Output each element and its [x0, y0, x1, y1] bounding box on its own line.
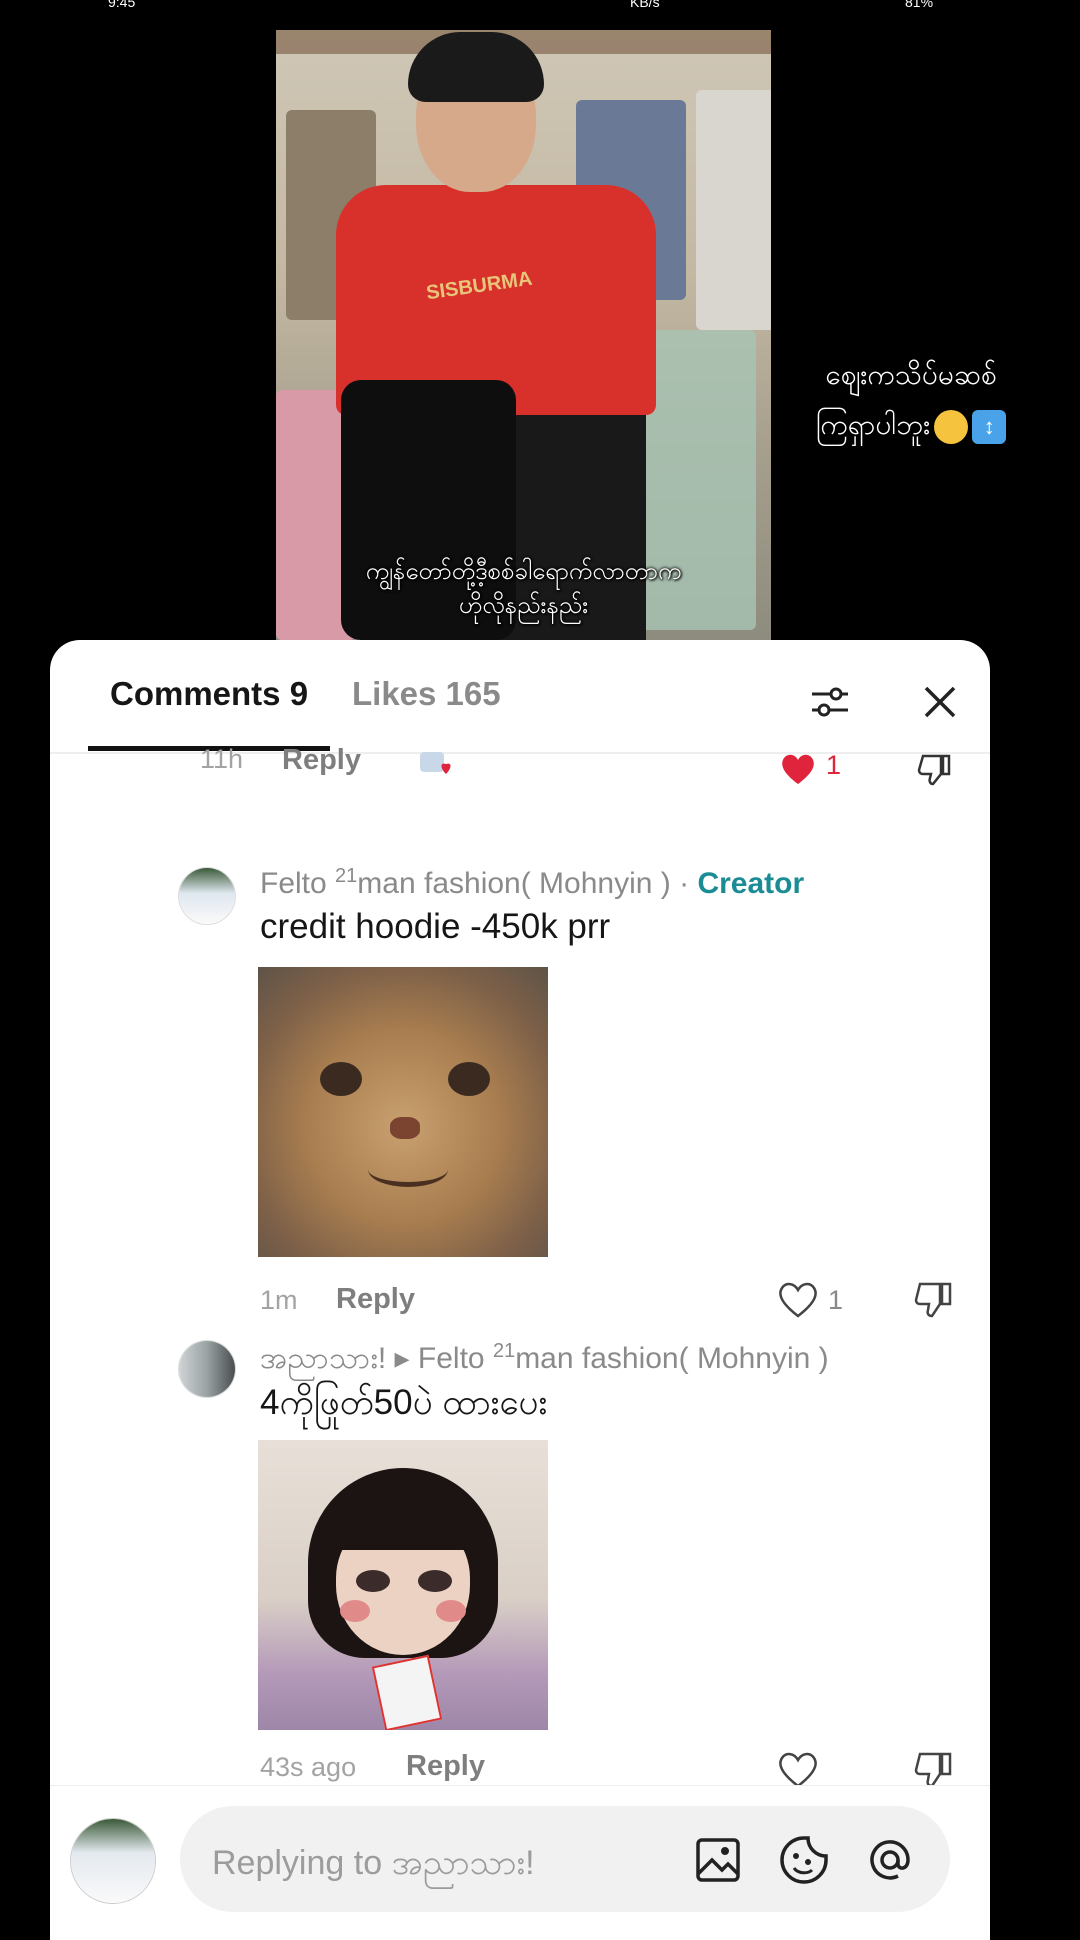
side-caption: ဈေးကသိပ်မဆစ် ကြရှာပါဘူး ↕ [776, 350, 1046, 450]
panel-tabs: Comments 9 Likes 165 [50, 640, 990, 754]
close-icon[interactable] [918, 680, 962, 724]
avatar[interactable] [178, 1340, 236, 1398]
comment-text: credit hoodie -450k prr [260, 907, 611, 946]
mention-icon[interactable] [864, 1834, 916, 1886]
pensive-emoji-icon [934, 409, 969, 444]
input-placeholder: Replying to အညာသား! [212, 1844, 535, 1882]
like-count: 1 [826, 750, 842, 780]
heart-icon[interactable] [776, 1750, 820, 1790]
image-icon[interactable] [692, 1834, 744, 1886]
author-superscript: 21 [335, 865, 358, 887]
video-caption: ကျွန်တော်တို့ဒီ့စစ်ခါရောက်လာတာက ဟိုလိုနည… [276, 555, 771, 623]
author-superscript: 21 [492, 1340, 516, 1362]
comments-panel: Comments 9 Likes 165 11h Reply 1 Felto 2… [50, 640, 990, 1940]
up-down-arrow-icon: ↕ [972, 409, 1007, 444]
comment-input[interactable]: Replying to အညာသား! [180, 1806, 950, 1912]
heart-icon[interactable] [778, 752, 818, 786]
comment-time: 1m [260, 1285, 298, 1315]
hanging-shirt [696, 90, 771, 330]
reply-button[interactable]: Reply [336, 1283, 415, 1316]
current-user-avatar[interactable] [70, 1818, 156, 1904]
comment-time: 43s ago [260, 1752, 357, 1782]
creator-badge: Creator [697, 867, 805, 900]
side-caption-line-2: ကြရှာပါဘူး [815, 409, 931, 440]
like-count: 1 [828, 1285, 844, 1315]
sticker-icon[interactable] [778, 1834, 830, 1886]
previous-comment-actions: 11h Reply 1 [50, 744, 990, 802]
author-name-rest: man fashion( Mohnyin ) · [357, 867, 698, 900]
reply-button[interactable]: Reply [406, 1750, 485, 1783]
heart-icon[interactable] [776, 1280, 820, 1320]
side-caption-line-1: ဈေးကသိပ်မဆစ် [825, 359, 997, 390]
caption-line-1: ကျွန်တော်တို့ဒီ့စစ်ခါရောက်လာတာက [365, 558, 682, 585]
comment-text: 4ကိုဖြုတ်50ပဲ ထားပေး [260, 1383, 548, 1422]
comment-author[interactable]: အညာသား! ▸ Felto 21man fashion( Mohnyin ) [260, 1338, 829, 1383]
person-hair [408, 32, 544, 102]
comment-input-bar: Replying to အညာသား! [50, 1785, 990, 1940]
status-battery: 81% [905, 0, 934, 10]
comment-time: 11h [200, 744, 244, 774]
comment-sticker-cat[interactable] [258, 967, 548, 1257]
status-time: 9:45 [108, 0, 136, 10]
dislike-icon[interactable] [912, 1750, 956, 1790]
comment-sticker-girl[interactable] [258, 1440, 548, 1730]
avatar[interactable] [178, 867, 236, 925]
caption-line-2: ဟိုလိုနည်းနည်း [458, 592, 589, 619]
status-speed: KB/s [630, 0, 660, 10]
dislike-icon[interactable] [915, 752, 955, 786]
author-name: အညာသား! ▸ Felto [260, 1342, 493, 1375]
tab-likes[interactable]: Likes 165 [352, 675, 501, 713]
author-name: Felto [260, 867, 327, 900]
author-name-rest: man fashion( Mohnyin ) [515, 1342, 829, 1375]
reply-button[interactable]: Reply [282, 744, 361, 777]
video-player[interactable]: SISBURMA ကျွန်တော်တို့ဒီ့စစ်ခါရောက်လာတာက… [276, 30, 771, 640]
comment-author[interactable]: Felto 21man fashion( Mohnyin ) · Creator [260, 865, 804, 901]
dislike-icon[interactable] [912, 1280, 956, 1320]
creator-liked-icon [420, 752, 451, 774]
tab-comments[interactable]: Comments 9 [110, 675, 308, 713]
filter-icon[interactable] [808, 680, 852, 724]
status-bar: 9:45 KB/s 81% [0, 0, 1080, 12]
